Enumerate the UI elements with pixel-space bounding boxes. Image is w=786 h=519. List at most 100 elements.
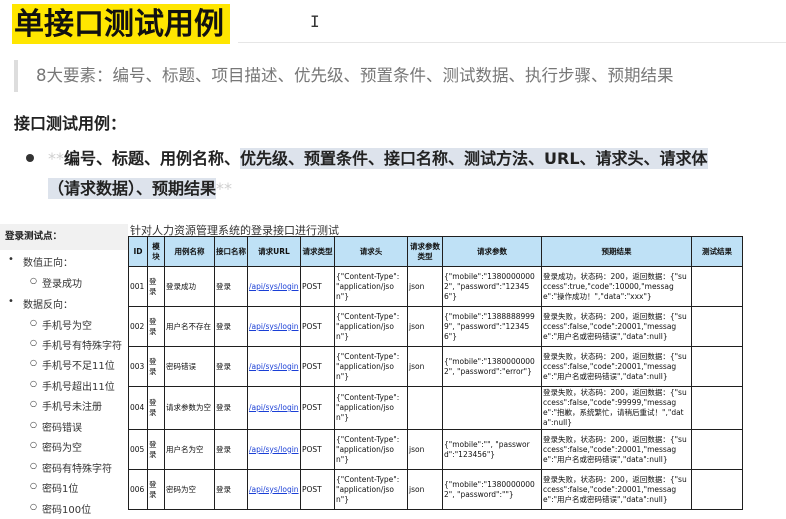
cell-headers: {"Content-Type": "application/json"} (334, 386, 408, 430)
cell-headers: {"Content-Type": "application/json"} (334, 306, 408, 347)
cell-module: 登录 (147, 306, 165, 347)
cell-module: 登录 (147, 386, 165, 430)
cell-module: 登录 (147, 429, 165, 470)
cell-params: {"mobile":"13800000002", "password":""} (442, 469, 542, 510)
text-cursor-icon: I (310, 12, 320, 31)
cell-params: {"mobile":"13800000002", "password":"123… (442, 266, 542, 307)
cell-param-type: json (407, 429, 443, 470)
table-row: 001 登录 登录成功 登录 /api/sys/login POST {"Con… (128, 266, 743, 307)
cell-expected: 登录失败，状态码：200，返回数据：{"success":false,"code… (541, 306, 692, 347)
negative-item: 密码100位 (30, 501, 91, 516)
negative-item: 手机号不足11位 (30, 357, 115, 372)
cell-method: POST (300, 469, 335, 510)
col-header: 模块 (147, 236, 165, 267)
cell-method: POST (300, 386, 335, 430)
cell-params (442, 386, 542, 430)
cell-expected: 登录成功，状态码：200，返回数据：{"success":true,"code"… (541, 266, 692, 307)
cell-url-link[interactable]: /api/sys/login (247, 346, 301, 387)
login-test-points-panel: 登录测试点： 数值正向： 登录成功 数据反向： 手机号为空 手机号有特殊字符 手… (0, 224, 128, 519)
cell-module: 登录 (147, 266, 165, 307)
cell-case-name: 用户名为空 (164, 429, 215, 470)
cell-url-link[interactable]: /api/sys/login (247, 469, 301, 510)
positive-label: 数值正向： (8, 254, 73, 269)
cell-api-name: 登录 (214, 386, 248, 430)
cell-case-name: 密码为空 (164, 469, 215, 510)
cell-method: POST (300, 346, 335, 387)
cell-headers: {"Content-Type": "application/json"} (334, 266, 408, 307)
bullet-highlighted-text-1: 优先级、预置条件、接口名称、测试方法、URL、请求头、请求体 (240, 148, 708, 169)
negative-item: 手机号有特殊字符 (30, 337, 122, 352)
cell-method: POST (300, 429, 335, 470)
col-header: 请求URL (247, 236, 301, 267)
cell-expected: 登录失败，状态码：200，返回数据：{"success":false,"code… (541, 386, 692, 430)
cell-url-link[interactable]: /api/sys/login (247, 266, 301, 307)
cell-url-link[interactable]: /api/sys/login (247, 429, 301, 470)
col-header: 预期结果 (541, 236, 692, 267)
negative-item: 密码错误 (30, 419, 82, 434)
col-header: ID (128, 236, 148, 267)
cell-result (691, 429, 743, 470)
negative-item: 密码1位 (30, 480, 78, 495)
cell-case-name: 登录成功 (164, 266, 215, 307)
table-row: 006 登录 密码为空 登录 /api/sys/login POST {"Con… (128, 469, 743, 510)
cell-id: 006 (128, 469, 148, 510)
cell-case-name: 用户名不存在 (164, 306, 215, 347)
col-header: 请求头 (334, 236, 408, 267)
cell-url-link[interactable]: /api/sys/login (247, 386, 301, 430)
cell-params: {"mobile":"13800000002", "password":"err… (442, 346, 542, 387)
title-underline (238, 42, 786, 43)
negative-item: 密码为空 (30, 439, 82, 454)
cell-headers: {"Content-Type": "application/json"} (334, 469, 408, 510)
col-header: 请求参数类型 (407, 236, 443, 267)
cell-api-name: 登录 (214, 346, 248, 387)
table-row: 004 登录 请求参数为空 登录 /api/sys/login POST {"C… (128, 386, 743, 430)
table-row: 005 登录 用户名为空 登录 /api/sys/login POST {"Co… (128, 429, 743, 470)
bullet-highlighted-text-2: （请求数据）、预期结果 (48, 178, 217, 199)
cell-id: 001 (128, 266, 148, 307)
bullet-star-open: ** (48, 149, 64, 168)
table-header-row: ID 模块 用例名称 接口名称 请求URL 请求类型 请求头 请求参数类型 请求… (128, 236, 743, 267)
cell-param-type (407, 386, 443, 430)
title-wrap: 单接口测试用例 (12, 4, 230, 46)
cell-module: 登录 (147, 346, 165, 387)
cell-headers: {"Content-Type": "application/json"} (334, 346, 408, 387)
negative-item: 手机号未注册 (30, 398, 102, 413)
cell-id: 002 (128, 306, 148, 347)
cell-url-link[interactable]: /api/sys/login (247, 306, 301, 347)
col-header: 请求参数 (442, 236, 542, 267)
cell-params: {"mobile":"", "password":"123456"} (442, 429, 542, 470)
negative-item: 密码有特殊字符 (30, 460, 112, 475)
bullet-dot-icon (26, 154, 34, 162)
table-row: 003 登录 密码错误 登录 /api/sys/login POST {"Con… (128, 346, 743, 387)
bullet-star-close: ** (216, 179, 233, 198)
cell-param-type: json (407, 346, 443, 387)
cell-param-type: json (407, 469, 443, 510)
cell-api-name: 登录 (214, 429, 248, 470)
positive-item: 登录成功 (30, 275, 82, 290)
cell-param-type: json (407, 306, 443, 347)
cell-id: 005 (128, 429, 148, 470)
cell-result (691, 386, 743, 430)
test-points-header: 登录测试点： (0, 224, 128, 250)
blockquote: 8大要素：编号、标题、项目描述、优先级、预置条件、测试数据、执行步骤、预期结果 (14, 60, 786, 92)
cell-param-type: json (407, 266, 443, 307)
cell-case-name: 请求参数为空 (164, 386, 215, 430)
cell-method: POST (300, 266, 335, 307)
cell-expected: 登录失败，状态码：200，返回数据：{"success":false,"code… (541, 469, 692, 510)
cell-id: 004 (128, 386, 148, 430)
bullet-line-2: （请求数据）、预期结果** (48, 176, 232, 202)
negative-item: 手机号为空 (30, 317, 92, 332)
page-title: 单接口测试用例 (12, 4, 230, 44)
section-heading: 接口测试用例： (14, 114, 127, 133)
cell-result (691, 266, 743, 307)
cell-result (691, 346, 743, 387)
cell-expected: 登录失败，状态码：200，返回数据：{"success":false,"code… (541, 346, 692, 387)
col-header: 请求类型 (300, 236, 335, 267)
cell-result (691, 469, 743, 510)
cell-id: 003 (128, 346, 148, 387)
cell-method: POST (300, 306, 335, 347)
negative-item: 手机号超出11位 (30, 378, 115, 393)
cell-result (691, 306, 743, 347)
cell-api-name: 登录 (214, 469, 248, 510)
cell-headers: {"Content-Type": "application/json"} (334, 429, 408, 470)
